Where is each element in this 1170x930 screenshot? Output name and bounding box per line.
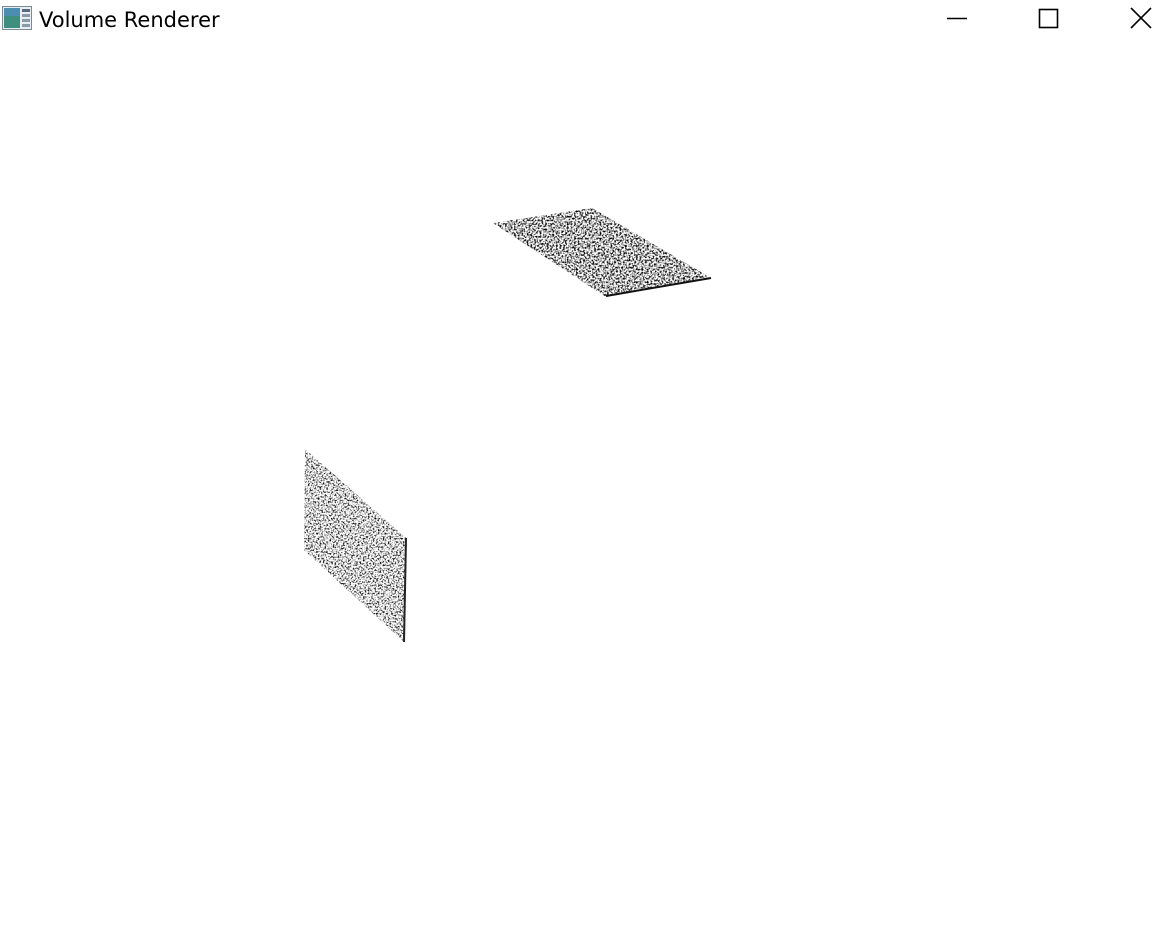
close-icon	[1130, 7, 1152, 29]
maximize-icon	[1038, 8, 1059, 29]
minimize-button[interactable]	[934, 0, 980, 40]
title-bar[interactable]: Volume Renderer	[0, 0, 1170, 40]
maximize-button[interactable]	[1025, 0, 1071, 40]
vertical-slice	[304, 449, 407, 643]
close-button[interactable]	[1118, 0, 1164, 40]
volume-renderer-window: Volume Renderer	[0, 0, 1170, 930]
volume-scene	[304, 208, 712, 643]
app-icon	[2, 6, 32, 30]
window-title: Volume Renderer	[39, 8, 220, 32]
minimize-icon	[947, 17, 967, 20]
horizontal-slice	[493, 208, 712, 297]
render-viewport[interactable]	[0, 40, 1170, 930]
